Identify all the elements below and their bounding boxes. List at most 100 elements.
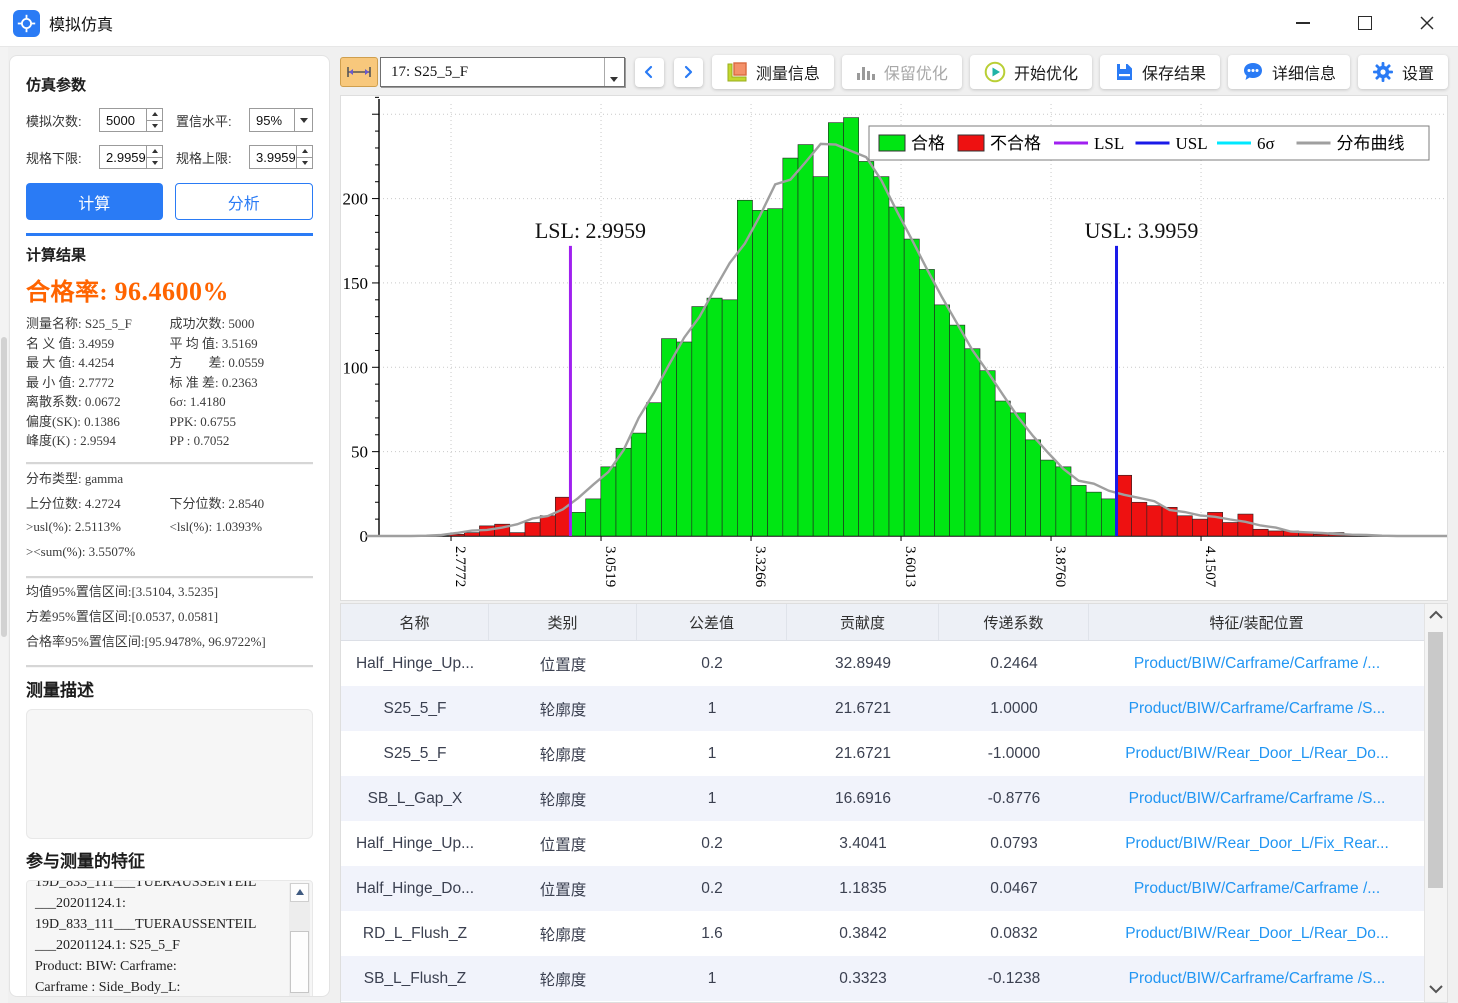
distribution-block: 分布类型: gamma上分位数: 4.2724下分位数: 2.8540>usl(… [26,465,313,565]
cell-location[interactable]: Product/BIW/Carframe/Carframe /... [1089,866,1425,911]
svg-text:合格: 合格 [911,134,945,153]
table-scrollbar-thumb[interactable] [1428,632,1443,888]
cell-tolerance: 1 [637,776,787,821]
sim-count-spinner[interactable] [146,109,162,131]
arrow-up-icon[interactable] [1428,610,1444,620]
distribution-line: 上分位数: 4.2724下分位数: 2.8540 [26,490,313,515]
chevron-down-icon [610,77,618,82]
next-measurement-button[interactable] [674,58,703,87]
cell-category: 轮廓度 [489,731,637,776]
measure-info-button[interactable]: 测量信息 [712,55,834,89]
table-row[interactable]: SB_L_Gap_X轮廓度116.6916-0.8776Product/BIW/… [341,776,1447,821]
cell-location[interactable]: Product/BIW/Carframe/Carframe /S... [1089,776,1425,821]
column-header[interactable]: 传递系数 [939,604,1089,640]
cell-coefficient: -0.8776 [939,776,1089,821]
column-header[interactable]: 公差值 [637,604,787,640]
details-button[interactable]: 详细信息 [1228,55,1350,89]
distribution-value: <lsl(%): 1.0393% [170,519,314,535]
save-results-button[interactable]: 保存结果 [1100,55,1220,89]
spec-high-value: 3.9959 [256,150,296,165]
analyze-button[interactable]: 分析 [175,183,314,220]
sidebar-scrollbar[interactable] [0,47,8,1003]
spec-high-input[interactable]: 3.9959 [249,145,313,169]
prev-measurement-button[interactable] [635,58,664,87]
cell-location[interactable]: Product/BIW/Rear_Door_L/Rear_Do... [1089,731,1425,776]
cell-tolerance: 0.2 [637,821,787,866]
stat-line: 平 均 值: 3.5169 [170,334,314,354]
maximize-icon [1358,16,1372,30]
features-scrollbar[interactable] [289,883,310,998]
arrow-down-icon[interactable] [1428,984,1444,994]
table-row[interactable]: Half_Hinge_Up...位置度0.232.89490.2464Produ… [341,641,1447,686]
svg-text:USL: USL [1176,134,1208,153]
param-row-1: 模拟次数: 5000 置信水平: 95% [26,108,313,132]
minimize-button[interactable] [1272,0,1334,46]
measurement-select[interactable]: 17: S25_5_F [380,57,625,87]
confidence-interval-line: 方差95%置信区间:[0.0537, 0.0581] [26,604,313,629]
stat-line: 方 差: 0.0559 [170,353,314,373]
pass-rate: 合格率: 96.4600% [26,272,313,307]
stat-line: 6σ: 1.4180 [170,392,314,412]
confidence-interval-line: 均值95%置信区间:[3.5104, 3.5235] [26,579,313,604]
cell-location[interactable]: Product/BIW/Carframe/Carframe /S... [1089,686,1425,731]
spec-low-input[interactable]: 2.9959 [99,145,163,169]
settings-button[interactable]: 设置 [1358,55,1448,89]
spin-down-icon [152,161,158,165]
chevron-left-icon [642,65,656,79]
start-optimization-button[interactable]: 开始优化 [970,55,1092,89]
cell-contribution: 0.3323 [787,956,939,1001]
cell-location[interactable]: Product/BIW/Rear_Door_L/Rear_Do... [1089,911,1425,956]
confidence-intervals-block: 均值95%置信区间:[3.5104, 3.5235]方差95%置信区间:[0.0… [26,579,313,654]
svg-text:3.0519: 3.0519 [602,546,618,587]
column-header[interactable]: 特征/装配位置 [1089,604,1425,640]
confidence-dropdown[interactable] [294,109,312,131]
cell-category: 轮廓度 [489,776,637,821]
table-row[interactable]: Half_Hinge_Do...位置度0.21.18350.0467Produc… [341,866,1447,911]
table-row[interactable]: RD_L_Flush_Z轮廓度1.60.38420.0832Product/BI… [341,911,1447,956]
sim-count-input[interactable]: 5000 [99,108,163,132]
sidebar-scrollbar-thumb[interactable] [1,337,7,637]
cell-contribution: 3.4041 [787,821,939,866]
spec-low-spinner[interactable] [146,146,162,168]
calculate-button[interactable]: 计算 [26,183,163,220]
confidence-select[interactable]: 95% [249,108,313,132]
spec-high-label: 规格上限: [176,148,249,167]
main-toolbar: 17: S25_5_F 测量信息 [340,55,1448,89]
window-title: 模拟仿真 [49,11,113,35]
column-header[interactable]: 名称 [341,604,489,640]
settings-label: 设置 [1402,60,1434,84]
cell-coefficient: -0.1238 [939,956,1089,1001]
svg-text:USL: 3.9959: USL: 3.9959 [1085,218,1199,243]
cell-category: 轮廓度 [489,956,637,1001]
measured-features-box[interactable]: 19D_833_111___TUERAUSSENTEIL ___20201124… [26,880,313,998]
table-body: Half_Hinge_Up...位置度0.232.89490.2464Produ… [341,641,1447,1001]
measurement-description-box[interactable] [26,709,313,839]
params-section-title: 仿真参数 [26,74,313,95]
keep-optimization-button[interactable]: 保留优化 [842,55,962,89]
table-row[interactable]: SB_L_Flush_Z轮廓度10.3323-0.1238Product/BIW… [341,956,1447,1001]
column-header[interactable]: 类别 [489,604,637,640]
title-bar: 模拟仿真 [0,0,1458,47]
distribution-value: 上分位数: 4.2724 [26,493,170,512]
scroll-up-button[interactable] [290,883,309,902]
cell-location[interactable]: Product/BIW/Carframe/Carframe /... [1089,641,1425,686]
measure-info-label: 测量信息 [756,60,820,84]
cell-location[interactable]: Product/BIW/Rear_Door_L/Fix_Rear... [1089,821,1425,866]
spec-high-spinner[interactable] [296,146,312,168]
sim-count-value: 5000 [106,113,135,128]
cell-location[interactable]: Product/BIW/Carframe/Carframe /S... [1089,956,1425,1001]
svg-text:3.8760: 3.8760 [1052,546,1068,587]
maximize-button[interactable] [1334,0,1396,46]
measurement-select-value: 17: S25_5_F [391,64,468,81]
table-row[interactable]: S25_5_F轮廓度121.67211.0000Product/BIW/Carf… [341,686,1447,731]
table-scrollbar[interactable] [1424,604,1447,1002]
stat-line: 最 大 值: 4.4254 [26,353,170,373]
measurement-select-arrow[interactable] [604,58,624,86]
stat-line: PP : 0.7052 [170,431,314,451]
close-button[interactable] [1396,0,1458,46]
table-row[interactable]: Half_Hinge_Up...位置度0.23.40410.0793Produc… [341,821,1447,866]
features-scrollbar-thumb[interactable] [290,931,309,993]
distribution-line: ><sum(%): 3.5507% [26,540,313,565]
table-row[interactable]: S25_5_F轮廓度121.6721-1.0000Product/BIW/Rea… [341,731,1447,776]
column-header[interactable]: 贡献度 [787,604,939,640]
